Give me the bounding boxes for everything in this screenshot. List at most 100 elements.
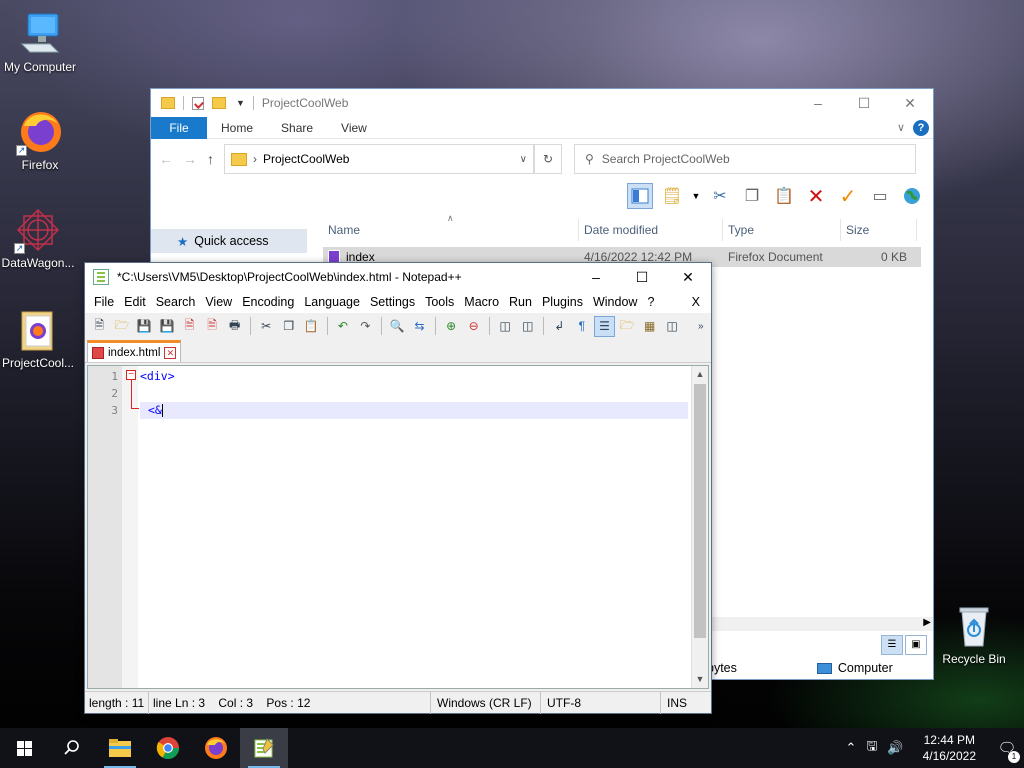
status-eol[interactable]: Windows (CR LF) — [431, 691, 541, 714]
chevron-down-icon[interactable]: ∨ — [897, 121, 905, 134]
menu-language[interactable]: Language — [299, 295, 365, 309]
menu-window[interactable]: Window — [588, 295, 642, 309]
close-button[interactable]: ✕ — [887, 89, 933, 117]
paste-icon[interactable]: 📋 — [771, 183, 797, 209]
column-date-modified[interactable]: Date modified — [579, 219, 723, 241]
undo-icon[interactable]: ↶ — [333, 316, 354, 337]
back-arrow-icon[interactable]: ← — [159, 151, 173, 167]
globe-icon[interactable] — [899, 183, 925, 209]
chevron-down-icon[interactable]: ∨ — [520, 154, 527, 165]
properties-icon[interactable] — [192, 96, 204, 110]
chevron-right-icon[interactable]: ▶ — [923, 617, 931, 628]
chevron-up-icon[interactable]: ▲ — [692, 366, 708, 383]
column-size[interactable]: Size — [841, 219, 917, 241]
cut-icon[interactable]: ✂ — [256, 316, 277, 337]
menu-tools[interactable]: Tools — [420, 295, 459, 309]
address-bar[interactable]: › ProjectCoolWeb ∨ — [224, 144, 534, 174]
large-icons-view-icon[interactable]: ▣ — [905, 635, 927, 655]
menu-plugins[interactable]: Plugins — [537, 295, 588, 309]
close-document-button[interactable]: X — [687, 295, 705, 309]
forward-arrow-icon[interactable]: → — [183, 151, 197, 167]
details-view-icon[interactable]: ☰ — [881, 635, 903, 655]
chevron-down-icon[interactable]: ▼ — [691, 183, 701, 209]
action-center-button[interactable]: 🗨 1 — [990, 739, 1024, 763]
document-map-icon[interactable]: ▦ — [639, 316, 660, 337]
copy-icon[interactable]: ❐ — [278, 316, 299, 337]
rename-icon[interactable]: ▭ — [867, 183, 893, 209]
up-arrow-icon[interactable]: ↑ — [207, 151, 214, 167]
code-editor[interactable]: 1 2 3 − <div> <& ▲ ▼ — [87, 365, 709, 689]
taskbar-file-explorer[interactable] — [96, 728, 144, 768]
search-input[interactable]: ⚲ Search ProjectCoolWeb — [574, 144, 916, 174]
minimize-button[interactable]: – — [573, 263, 619, 291]
desktop-icon-datawagon[interactable]: ↗ DataWagon... — [0, 206, 78, 271]
start-button[interactable] — [0, 728, 48, 768]
menu-edit[interactable]: Edit — [119, 295, 151, 309]
close-tab-icon[interactable]: ✕ — [164, 346, 177, 359]
zoom-in-icon[interactable]: ⊕ — [441, 316, 462, 337]
network-icon[interactable]: 🖫 — [861, 737, 882, 759]
new-file-icon[interactable]: 🗎 — [89, 316, 110, 337]
column-name[interactable]: Name — [323, 219, 579, 241]
function-list-icon[interactable]: ◫ — [662, 316, 683, 337]
close-button[interactable]: ✕ — [665, 263, 711, 291]
maximize-button[interactable]: ☐ — [841, 89, 887, 117]
menu-encoding[interactable]: Encoding — [237, 295, 299, 309]
menu-macro[interactable]: Macro — [459, 295, 504, 309]
replace-icon[interactable]: ⇆ — [409, 316, 430, 337]
zoom-out-icon[interactable]: ⊖ — [463, 316, 484, 337]
folder-as-workspace-icon[interactable]: 🗁 — [617, 316, 638, 337]
tab-home[interactable]: Home — [207, 121, 267, 135]
paste-icon[interactable]: 📋 — [301, 316, 322, 337]
sync-vertical-icon[interactable]: ◫ — [495, 316, 516, 337]
help-icon[interactable]: ? — [913, 120, 929, 136]
delete-icon[interactable]: ✕ — [803, 183, 829, 209]
taskbar-firefox[interactable] — [192, 728, 240, 768]
preview-pane-icon[interactable] — [627, 183, 653, 209]
desktop-icon-projectcoolweb[interactable]: ProjectCool... — [0, 306, 78, 371]
status-encoding[interactable]: UTF-8 — [541, 691, 661, 714]
taskbar-notepad-plus-plus[interactable] — [240, 728, 288, 768]
sync-horizontal-icon[interactable]: ◫ — [517, 316, 538, 337]
tab-view[interactable]: View — [327, 121, 381, 135]
tab-index-html[interactable]: index.html ✕ — [87, 340, 182, 362]
menu-settings[interactable]: Settings — [365, 295, 420, 309]
find-icon[interactable]: 🔍 — [387, 316, 408, 337]
close-file-icon[interactable]: 🗎 — [179, 316, 200, 337]
more-tools-icon[interactable]: » — [690, 316, 711, 337]
fold-collapse-icon[interactable]: − — [126, 370, 136, 380]
properties-icon[interactable]: 🗒 — [659, 183, 685, 209]
indent-guide-icon[interactable]: ☰ — [594, 315, 615, 337]
taskbar-chrome[interactable] — [144, 728, 192, 768]
scrollbar-thumb[interactable] — [694, 384, 706, 638]
nav-quick-access[interactable]: ★ Quick access — [151, 229, 307, 253]
close-all-icon[interactable]: 🗎 — [202, 316, 223, 337]
show-all-characters-icon[interactable]: ¶ — [572, 316, 593, 337]
word-wrap-icon[interactable]: ↲ — [549, 316, 570, 337]
menu-view[interactable]: View — [200, 295, 237, 309]
menu-file[interactable]: File — [89, 295, 119, 309]
menu-search[interactable]: Search — [151, 295, 201, 309]
menu-help[interactable]: ? — [642, 295, 659, 309]
save-icon[interactable]: 💾 — [134, 316, 155, 337]
refresh-button[interactable]: ↻ — [534, 144, 562, 174]
desktop-icon-my-computer[interactable]: My Computer — [0, 10, 80, 75]
desktop-icon-recycle-bin[interactable]: Recycle Bin — [934, 602, 1014, 667]
column-type[interactable]: Type — [723, 219, 841, 241]
tab-file[interactable]: File — [151, 116, 207, 139]
minimize-button[interactable]: – — [795, 89, 841, 117]
chevron-down-icon[interactable]: ▼ — [692, 671, 708, 688]
chevron-up-icon[interactable]: ⌃ — [840, 740, 861, 756]
save-all-icon[interactable]: 💾 — [157, 316, 178, 337]
maximize-button[interactable]: ☐ — [619, 263, 665, 291]
copy-icon[interactable]: ❐ — [739, 183, 765, 209]
checkmark-icon[interactable]: ✓ — [835, 183, 861, 209]
print-icon[interactable]: 🖶 — [224, 316, 245, 337]
chevron-down-icon[interactable]: ▼ — [236, 98, 245, 108]
volume-icon[interactable]: 🔊 — [882, 740, 908, 756]
new-folder-icon[interactable] — [212, 97, 226, 109]
cut-icon[interactable]: ✂ — [707, 183, 733, 209]
vertical-scrollbar[interactable]: ▲ ▼ — [691, 366, 708, 688]
search-button[interactable] — [48, 728, 96, 768]
redo-icon[interactable]: ↷ — [355, 316, 376, 337]
